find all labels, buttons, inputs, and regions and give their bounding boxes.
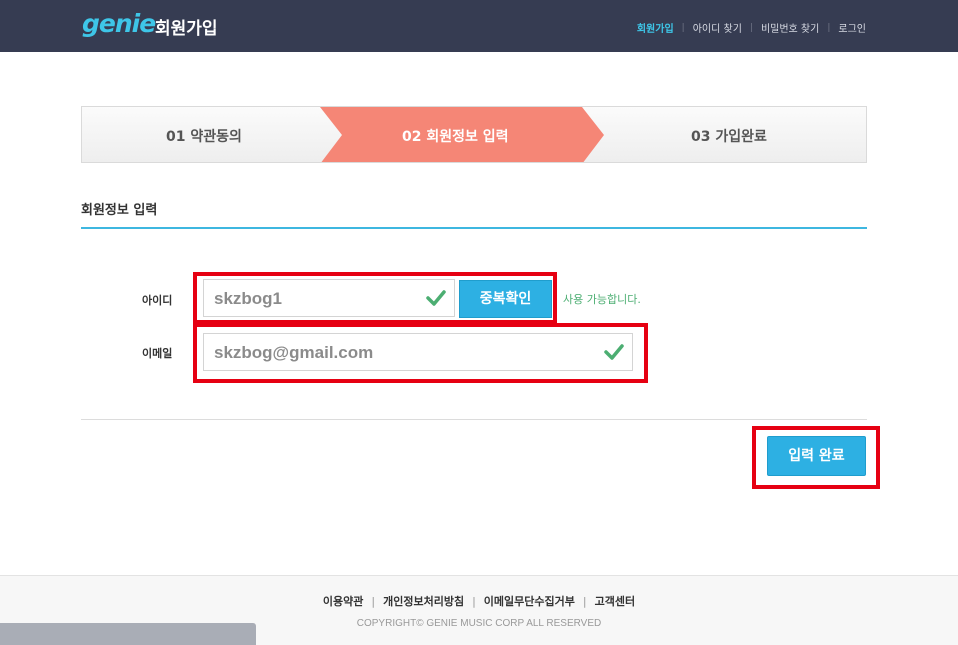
- footer-links: 이용약관 | 개인정보처리방침 | 이메일무단수집거부 | 고객센터: [0, 593, 958, 609]
- nav-find-password-link[interactable]: 비밀번호 찾기: [761, 20, 819, 35]
- nav-signup-link[interactable]: 회원가입: [637, 20, 674, 35]
- nav-separator: |: [681, 22, 685, 33]
- footer-email-refusal-link[interactable]: 이메일무단수집거부: [484, 593, 575, 609]
- footer-separator: |: [582, 594, 587, 608]
- header: genie 회원가입 회원가입 | 아이디 찾기 | 비밀번호 찾기 | 로그인: [0, 0, 958, 52]
- nav-separator: |: [827, 22, 831, 33]
- step-agreement: 01 약관동의: [166, 129, 242, 145]
- genie-logo[interactable]: genie: [82, 9, 156, 38]
- step-member-info: 02 회원정보 입력: [402, 129, 509, 145]
- footer-support-link[interactable]: 고객센터: [595, 593, 635, 609]
- footer-separator: |: [472, 594, 476, 608]
- footer-terms-link[interactable]: 이용약관: [323, 593, 363, 609]
- footer-separator: |: [371, 594, 376, 608]
- section-divider: [81, 227, 867, 229]
- highlight-email-field: [193, 323, 648, 383]
- top-nav: 회원가입 | 아이디 찾기 | 비밀번호 찾기 | 로그인: [637, 20, 866, 36]
- nav-find-id-link[interactable]: 아이디 찾기: [693, 20, 742, 35]
- bottom-overlay-bar: [0, 623, 256, 645]
- step-complete: 03 가입완료: [691, 129, 767, 145]
- nav-login-link[interactable]: 로그인: [838, 20, 866, 35]
- nav-separator: |: [749, 22, 753, 33]
- availability-message: 사용 가능합니다.: [563, 293, 641, 306]
- id-label: 아이디: [142, 294, 173, 307]
- highlight-id-field: [193, 272, 557, 324]
- page-title: 회원가입: [155, 19, 218, 39]
- section-title: 회원정보 입력: [81, 203, 158, 218]
- signup-steps: 01 약관동의 02 회원정보 입력 03 가입완료: [81, 106, 867, 163]
- footer-privacy-link[interactable]: 개인정보처리방침: [383, 593, 464, 609]
- form-divider: [81, 419, 867, 420]
- email-label: 이메일: [142, 347, 173, 360]
- highlight-submit-button: [752, 426, 880, 489]
